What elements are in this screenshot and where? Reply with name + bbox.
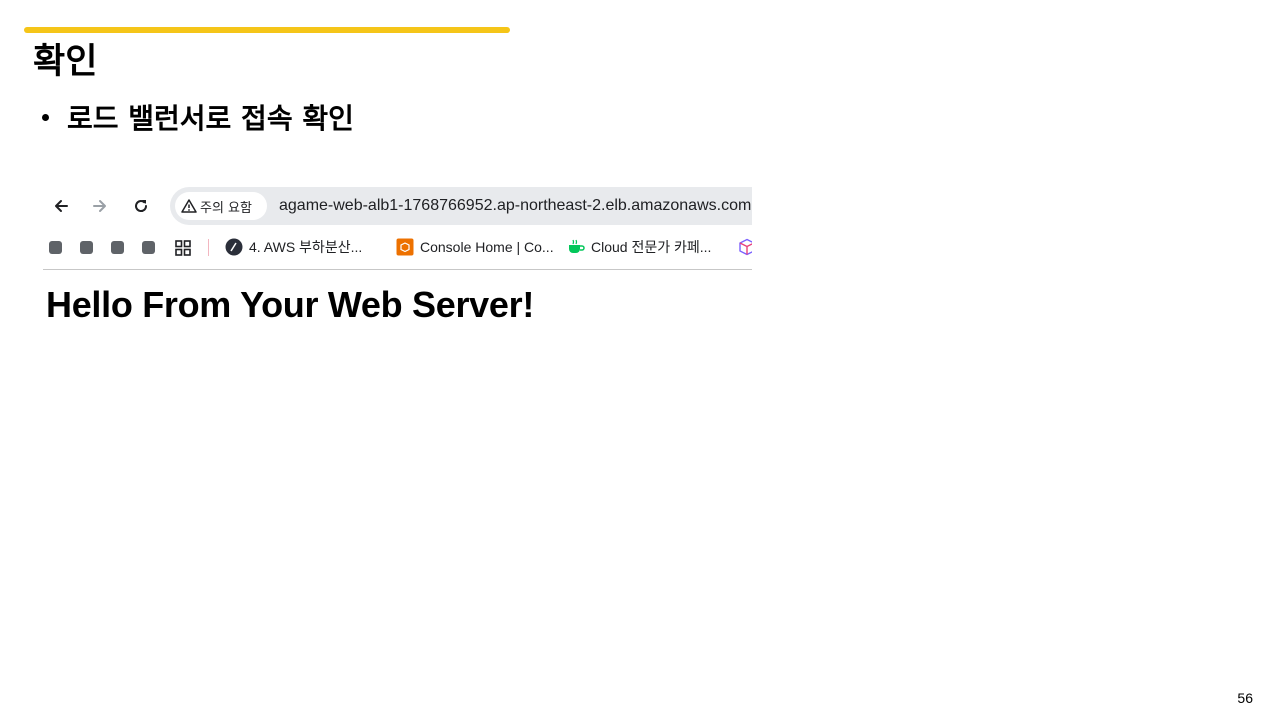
reload-icon [135, 200, 148, 212]
cube-icon[interactable] [738, 238, 752, 256]
arrow-right-icon [93, 200, 106, 212]
security-chip[interactable]: 주의 요함 [175, 192, 267, 220]
bookmark-favicon-icon[interactable] [142, 241, 155, 254]
bullet-text: 로드 밸런서로 접속 확인 [67, 102, 354, 135]
security-label: 주의 요함 [200, 200, 252, 216]
bookmark-label: 4. AWS 부하분산... [249, 239, 363, 255]
bookmarks-separator [208, 239, 209, 256]
aws-box-icon [396, 238, 414, 256]
reload-button[interactable] [129, 194, 153, 218]
bookmark-item[interactable]: Console Home | Co... [396, 235, 554, 259]
web-page-heading: Hello From Your Web Server! [46, 284, 535, 325]
bookmark-label: Cloud 전문가 카페... [591, 239, 712, 255]
title-accent-bar [24, 27, 510, 33]
bookmark-favicon-icon[interactable] [111, 241, 124, 254]
bookmark-item[interactable]: Cloud 전문가 카페... [567, 235, 711, 259]
slide-page-number: 56 [1237, 690, 1253, 706]
bookmarks-bar: 4. AWS 부하분산... Console Home | Co... Clou… [43, 235, 752, 261]
back-button[interactable] [49, 194, 73, 218]
browser-screenshot: 주의 요함 agame-web-alb1-1768766952.ap-north… [43, 186, 752, 336]
bookmark-item[interactable]: 4. AWS 부하분산... [225, 235, 362, 259]
url-text[interactable]: agame-web-alb1-1768766952.ap-northeast-2… [279, 187, 751, 225]
arrow-left-icon [55, 200, 68, 212]
bullet-dot [42, 113, 49, 121]
apps-grid-icon[interactable] [175, 240, 191, 256]
toolbar-divider [43, 269, 752, 270]
bookmark-favicon-icon[interactable] [80, 241, 93, 254]
bullet-item: 로드 밸런서로 접속 확인 [42, 98, 354, 136]
bookmark-label: Console Home | Co... [420, 239, 554, 255]
warning-triangle-icon [181, 199, 197, 213]
address-bar[interactable]: 주의 요함 agame-web-alb1-1768766952.ap-north… [170, 187, 752, 225]
cafe-cup-icon [569, 239, 585, 253]
slide-title: 확인 [33, 42, 98, 82]
aws-circle-icon [225, 238, 243, 256]
forward-button[interactable] [88, 194, 112, 218]
bookmark-favicon-icon[interactable] [49, 241, 62, 254]
